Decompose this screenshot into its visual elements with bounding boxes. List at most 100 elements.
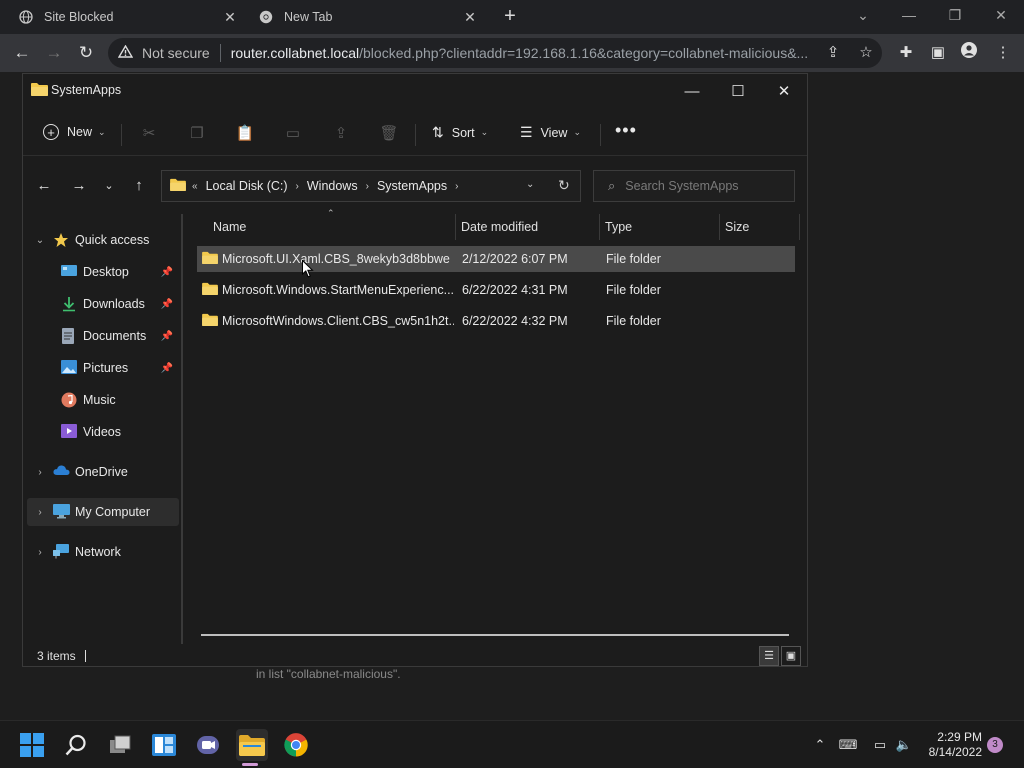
- pin-icon[interactable]: 📌: [161, 363, 173, 374]
- keyboard-icon[interactable]: ⌨: [838, 735, 858, 755]
- share-icon[interactable]: ⇪: [331, 124, 351, 144]
- show-hidden-icons-chevron-icon[interactable]: ⌃: [810, 735, 830, 755]
- teams-chat-button[interactable]: [192, 729, 224, 761]
- sidebar-item-my-computer[interactable]: › My Computer: [27, 498, 179, 526]
- tab-search-chevron-icon[interactable]: ⌄: [840, 0, 886, 32]
- url-text[interactable]: router.collabnet.local/blocked.php?clien…: [231, 45, 811, 61]
- overflow-chevron-icon[interactable]: «: [192, 181, 198, 192]
- breadcrumb-systemapps[interactable]: SystemApps: [377, 179, 447, 193]
- sidebar-item-desktop[interactable]: Desktop 📌: [27, 258, 179, 286]
- recent-locations-chevron-icon[interactable]: ⌄: [97, 174, 121, 198]
- share-icon[interactable]: ⇪: [822, 42, 844, 64]
- search-button[interactable]: [60, 729, 92, 761]
- chrome-taskbar-button[interactable]: [280, 729, 312, 761]
- address-bar[interactable]: Not secure router.collabnet.local/blocke…: [108, 38, 882, 68]
- new-button[interactable]: + New ⌄: [43, 124, 106, 140]
- search-input[interactable]: ⌕ Search SystemApps: [593, 170, 795, 202]
- sidebar-item-network[interactable]: › Network: [27, 538, 179, 566]
- column-header-name[interactable]: Name: [213, 220, 246, 234]
- breadcrumb-windows[interactable]: Windows: [307, 179, 358, 193]
- close-tab-icon[interactable]: ✕: [462, 9, 478, 26]
- sort-button[interactable]: ⇅ Sort ⌄: [432, 124, 488, 141]
- address-dropdown-icon[interactable]: ⌄: [526, 179, 534, 190]
- widgets-button[interactable]: [148, 729, 180, 761]
- minimize-window-button[interactable]: —: [669, 78, 715, 106]
- explorer-title-bar[interactable]: SystemApps — ☐ ✕: [23, 74, 807, 108]
- refresh-icon[interactable]: ↻: [558, 177, 570, 194]
- breadcrumb-separator-icon[interactable]: ›: [455, 181, 458, 192]
- forward-arrow-icon[interactable]: →: [67, 174, 91, 198]
- sidebar-item-documents[interactable]: Documents 📌: [27, 322, 179, 350]
- url-host: router.collabnet.local: [230, 45, 360, 61]
- column-header-size[interactable]: Size: [725, 220, 749, 234]
- sidebar-item-quick-access[interactable]: ⌄ Quick access: [27, 226, 179, 254]
- sidebar-item-downloads[interactable]: Downloads 📌: [27, 290, 179, 318]
- table-row[interactable]: Microsoft.Windows.StartMenuExperienc... …: [197, 277, 795, 303]
- folder-icon: [202, 313, 218, 329]
- back-arrow-icon[interactable]: ←: [32, 174, 56, 198]
- close-window-button[interactable]: ✕: [761, 78, 807, 106]
- notification-badge[interactable]: 3: [987, 737, 1003, 753]
- task-view-button[interactable]: [104, 729, 136, 761]
- side-panel-icon[interactable]: ▣: [927, 42, 949, 64]
- pin-icon[interactable]: 📌: [161, 331, 173, 342]
- cut-icon[interactable]: ✂: [139, 124, 159, 144]
- thumbnails-view-icon[interactable]: ▣: [781, 646, 801, 666]
- clock[interactable]: 2:29 PM 8/14/2022: [922, 730, 982, 760]
- close-tab-icon[interactable]: ✕: [222, 9, 238, 26]
- more-options-icon[interactable]: •••: [615, 120, 637, 141]
- details-view-icon[interactable]: ☰: [759, 646, 779, 666]
- forward-arrow-icon[interactable]: →: [40, 40, 68, 66]
- sidebar-item-onedrive[interactable]: › OneDrive: [27, 458, 179, 486]
- navigation-pane-scrollbar[interactable]: [181, 214, 183, 644]
- chevron-right-icon[interactable]: ›: [33, 467, 47, 478]
- not-secure-label[interactable]: Not secure: [142, 45, 210, 61]
- column-divider[interactable]: [599, 214, 600, 240]
- restore-browser-button[interactable]: ❐: [932, 0, 978, 32]
- extensions-icon[interactable]: ✚: [895, 42, 917, 64]
- chevron-right-icon[interactable]: ›: [33, 547, 47, 558]
- volume-icon[interactable]: 🔈: [894, 735, 914, 755]
- breadcrumb-separator-icon[interactable]: ›: [366, 181, 369, 192]
- reload-icon[interactable]: ↻: [72, 40, 100, 66]
- warning-icon[interactable]: [117, 44, 136, 61]
- copy-icon[interactable]: ❐: [187, 124, 207, 144]
- column-divider[interactable]: [719, 214, 720, 240]
- up-arrow-icon[interactable]: ↑: [127, 174, 151, 198]
- sidebar-item-videos[interactable]: Videos: [27, 418, 179, 446]
- sidebar-item-music[interactable]: Music: [27, 386, 179, 414]
- column-header-type[interactable]: Type: [605, 220, 632, 234]
- chevron-right-icon[interactable]: ›: [33, 507, 47, 518]
- column-divider[interactable]: [799, 214, 800, 240]
- view-button[interactable]: ☰ View ⌄: [520, 124, 581, 141]
- pin-icon[interactable]: 📌: [161, 267, 173, 278]
- back-arrow-icon[interactable]: ←: [8, 40, 36, 66]
- sidebar-item-pictures[interactable]: Pictures 📌: [27, 354, 179, 382]
- new-tab-button[interactable]: +: [498, 5, 522, 29]
- breadcrumb-separator-icon[interactable]: ›: [296, 181, 299, 192]
- file-explorer-taskbar-button[interactable]: [236, 729, 268, 761]
- tab-new-tab[interactable]: New Tab ✕: [248, 0, 488, 34]
- bookmark-star-icon[interactable]: ☆: [855, 42, 877, 64]
- pin-icon[interactable]: 📌: [161, 299, 173, 310]
- start-button[interactable]: [16, 729, 48, 761]
- maximize-window-button[interactable]: ☐: [715, 78, 761, 106]
- chevron-down-icon[interactable]: ⌄: [33, 235, 47, 246]
- delete-icon[interactable]: 🗑: [379, 124, 399, 144]
- sidebar-item-label: Documents: [83, 329, 147, 343]
- column-divider[interactable]: [455, 214, 456, 240]
- explorer-address-bar[interactable]: « Local Disk (C:) › Windows › SystemApps…: [161, 170, 581, 202]
- rename-icon[interactable]: ▭: [283, 124, 303, 144]
- table-row[interactable]: MicrosoftWindows.Client.CBS_cw5n1h2t... …: [197, 308, 795, 334]
- browser-menu-icon[interactable]: ⋮: [992, 42, 1014, 64]
- close-browser-button[interactable]: ✕: [978, 0, 1024, 32]
- tab-site-blocked[interactable]: Site Blocked ✕: [8, 0, 248, 34]
- table-row[interactable]: Microsoft.UI.Xaml.CBS_8wekyb3d8bbwe 2/12…: [197, 246, 795, 272]
- minimize-browser-button[interactable]: —: [886, 0, 932, 32]
- display-icon[interactable]: ▭: [870, 735, 890, 755]
- profile-icon[interactable]: [958, 42, 980, 64]
- paste-icon[interactable]: 📋: [235, 124, 255, 144]
- breadcrumb-local-disk[interactable]: Local Disk (C:): [206, 179, 288, 193]
- column-header-date-modified[interactable]: Date modified: [461, 220, 538, 234]
- horizontal-scrollbar[interactable]: [201, 634, 789, 636]
